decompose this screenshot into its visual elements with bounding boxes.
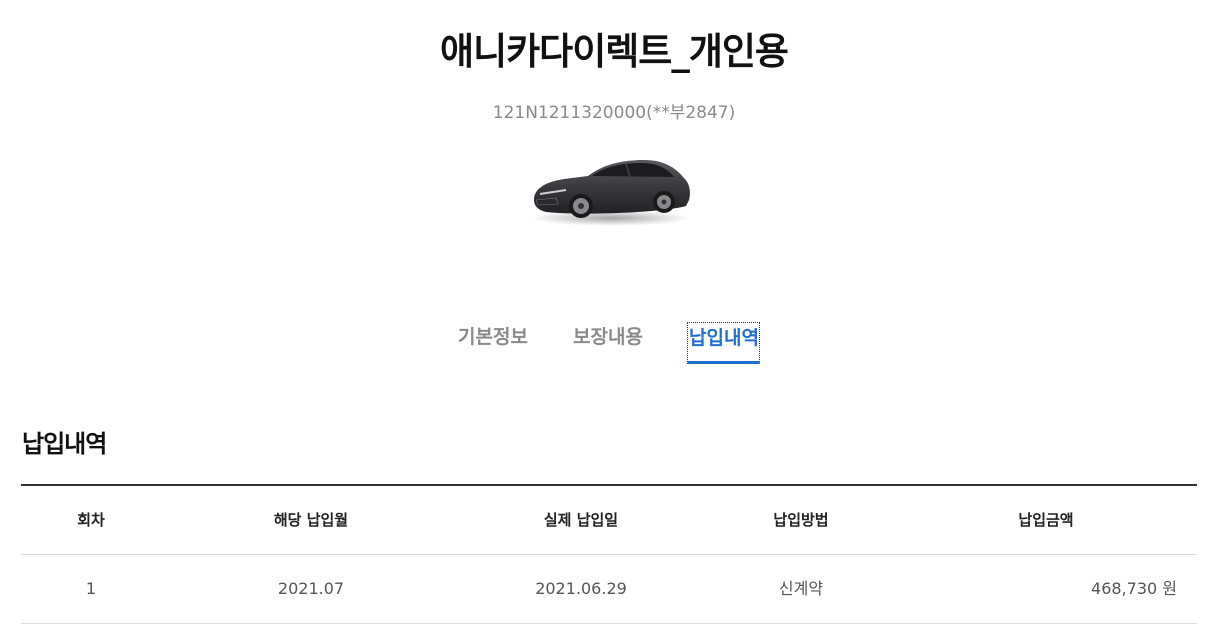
method-cell: 신계약: [778, 579, 824, 598]
section-title: 납입내역: [22, 430, 107, 458]
tab-basic-info[interactable]: 기본정보: [458, 322, 528, 352]
payment-table: 회차 해당 납입월 실제 납입일 납입방법 납입금액 1 2021.07 202…: [21, 484, 1197, 624]
policy-number: 121N1211320000(**부2847): [492, 103, 736, 123]
table-row: 1 2021.07 2021.06.29 신계약 468,730 원: [21, 555, 1197, 624]
column-header-installment: 회차: [77, 511, 105, 529]
installment-cell: 1: [85, 579, 97, 598]
column-header-method: 납입방법: [773, 511, 829, 529]
column-header-target-month: 해당 납입월: [273, 511, 349, 529]
tab-coverage[interactable]: 보장내용: [573, 322, 643, 352]
amount-cell: 468,730 원: [1091, 579, 1177, 598]
policy-detail-page: 애니카다이렉트_개인용 121N1211320000(**부2847) 기본정보: [0, 0, 1228, 639]
car-image: [531, 160, 691, 226]
paid-date-cell: 2021.06.29: [535, 579, 627, 598]
table-header-row: 회차 해당 납입월 실제 납입일 납입방법 납입금액: [21, 486, 1197, 555]
column-header-amount: 납입금액: [1018, 511, 1074, 529]
tab-bar: 기본정보 보장내용 납입내역: [0, 322, 1228, 368]
product-title: 애니카다이렉트_개인용: [440, 30, 789, 73]
tab-payment-history[interactable]: 납입내역: [687, 322, 760, 364]
target-month-cell: 2021.07: [277, 579, 345, 598]
column-header-paid-date: 실제 납입일: [543, 511, 619, 529]
